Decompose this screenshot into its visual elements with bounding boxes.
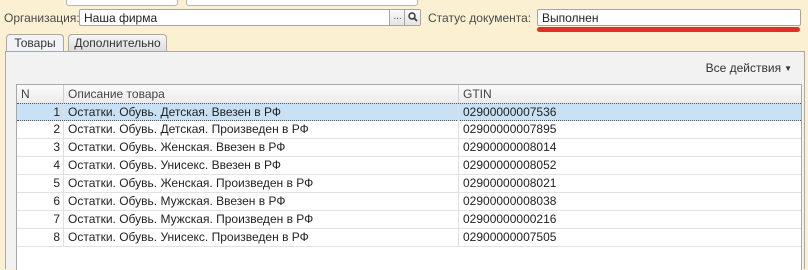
row-gtin: 02900000007895	[463, 122, 557, 136]
org-value: Наша фирма	[84, 11, 158, 25]
row-description: Остатки. Обувь. Унисекс. Ввезен в РФ	[64, 157, 459, 174]
status-label: Статус документа:	[428, 11, 532, 25]
column-header-description[interactable]: Описание товара	[64, 85, 459, 103]
column-header-gtin[interactable]: GTIN	[459, 85, 801, 103]
table-row[interactable]: 6 Остатки. Обувь. Мужская. Ввезен в РФ 0…	[17, 193, 801, 211]
table-row[interactable]: 2 Остатки. Обувь. Детская. Произведен в …	[17, 121, 801, 139]
row-number: 2	[17, 121, 64, 138]
row-description: Остатки. Обувь. Женская. Ввезен в РФ	[64, 139, 459, 156]
row-gtin: 02900000007536	[463, 105, 557, 119]
row-description: Остатки. Обувь. Детская. Ввезен в РФ	[64, 104, 459, 121]
table-row[interactable]: 3 Остатки. Обувь. Женская. Ввезен в РФ 0…	[17, 139, 801, 157]
tab-additional[interactable]: Дополнительно	[68, 34, 167, 51]
column-header-n[interactable]: N	[17, 85, 64, 103]
table-row[interactable]: 5 Остатки. Обувь. Женская. Произведен в …	[17, 175, 801, 193]
row-gtin: 02900000000216	[463, 212, 557, 226]
top-toolbar-edge	[0, 0, 808, 6]
table-row[interactable]: 4 Остатки. Обувь. Унисекс. Ввезен в РФ 0…	[17, 157, 801, 175]
org-open-button[interactable]	[404, 10, 420, 25]
row-number: 6	[17, 193, 64, 210]
row-gtin: 02900000007505	[463, 230, 557, 244]
table-row[interactable]: 8 Остатки. Обувь. Унисекс. Произведен в …	[17, 229, 801, 247]
row-number: 7	[17, 211, 64, 228]
row-gtin: 02900000008038	[463, 194, 557, 208]
row-number: 5	[17, 175, 64, 192]
row-description: Остатки. Обувь. Мужская. Произведен в РФ	[64, 211, 459, 228]
tab-goods[interactable]: Товары	[6, 34, 64, 52]
all-actions-label: Все действия	[705, 61, 782, 75]
goods-table: N Описание товара GTIN 1 Остатки. Обувь.…	[16, 84, 802, 270]
row-gtin: 02900000008052	[463, 158, 557, 172]
top-button-partial[interactable]	[186, 0, 418, 6]
table-row[interactable]: 7 Остатки. Обувь. Мужская. Произведен в …	[17, 211, 801, 229]
table-header: N Описание товара GTIN	[17, 85, 801, 104]
row-description: Остатки. Обувь. Унисекс. Произведен в РФ	[64, 229, 459, 246]
status-value: Выполнен	[542, 11, 599, 25]
chevron-down-icon: ▼	[784, 64, 792, 73]
row-number: 3	[17, 139, 64, 156]
row-description: Остатки. Обувь. Женская. Произведен в РФ	[64, 175, 459, 192]
status-highlight-underline	[537, 27, 800, 32]
org-select-button[interactable]: ...	[389, 10, 405, 25]
row-gtin: 02900000008014	[463, 140, 557, 154]
search-icon	[407, 12, 418, 22]
org-label: Организация:	[4, 11, 80, 25]
all-actions-menu[interactable]: Все действия ▼	[706, 61, 792, 75]
row-description: Остатки. Обувь. Мужская. Ввезен в РФ	[64, 193, 459, 210]
row-number: 4	[17, 157, 64, 174]
tab-panel: Все действия ▼ N Описание товара GTIN 1 О…	[5, 51, 805, 270]
row-number: 8	[17, 229, 64, 246]
top-button-partial[interactable]	[66, 0, 178, 6]
row-gtin: 02900000008021	[463, 176, 557, 190]
table-row[interactable]: 1 Остатки. Обувь. Детская. Ввезен в РФ 0…	[17, 103, 801, 121]
row-description: Остатки. Обувь. Детская. Произведен в РФ	[64, 121, 459, 138]
org-field[interactable]: Наша фирма ...	[79, 9, 421, 26]
status-field[interactable]: Выполнен	[537, 9, 801, 26]
row-number: 1	[17, 104, 64, 121]
